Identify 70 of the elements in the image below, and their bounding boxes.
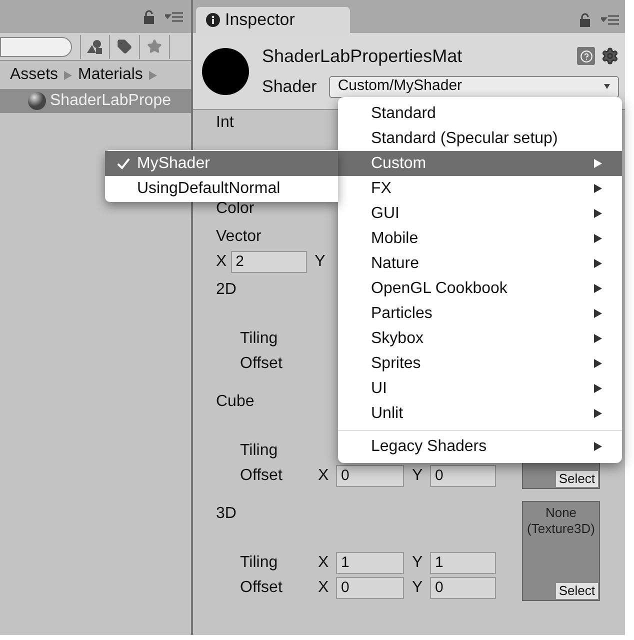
menu-item[interactable]: MyShader	[105, 151, 338, 176]
property-label: 3D	[216, 504, 236, 524]
property-label: Int	[216, 112, 234, 132]
property-label: Tiling	[239, 552, 279, 572]
property-label: Cube	[216, 392, 254, 412]
x-label: X	[318, 578, 330, 598]
menu-item[interactable]: FX	[338, 176, 622, 201]
x-label: X	[318, 552, 330, 572]
menu-item[interactable]: GUI	[338, 201, 622, 226]
breadcrumb-link[interactable]: Assets	[10, 63, 58, 87]
property-label: Tiling	[239, 328, 279, 348]
asset-name: ShaderLabPrope	[50, 91, 171, 111]
shader-label: Shader	[262, 76, 317, 98]
lock-icon[interactable]	[143, 10, 155, 24]
texture-name: None (Texture3D)	[526, 505, 596, 537]
y-label: Y	[412, 578, 424, 598]
number-field[interactable]: 0	[430, 576, 496, 598]
number-field[interactable]: 2	[230, 250, 307, 272]
shapes-icon[interactable]	[80, 34, 110, 58]
menu-item[interactable]: Unlit	[338, 401, 622, 426]
info-icon	[206, 13, 220, 27]
sphere-icon	[28, 92, 46, 110]
menu-item[interactable]: UI	[338, 376, 622, 401]
shader-dropdown[interactable]: Custom/MyShader	[328, 76, 619, 98]
menu-item[interactable]: Standard	[338, 101, 622, 126]
breadcrumb-arrow-icon	[64, 70, 72, 80]
menu-item[interactable]: Nature	[338, 251, 622, 276]
help-icon[interactable]	[577, 47, 595, 66]
menu-item[interactable]: Sprites	[338, 351, 622, 376]
texture-slot[interactable]: None (Texture3D) Select	[522, 501, 600, 601]
menu-item-label: UsingDefaultNormal	[137, 178, 280, 198]
menu-item[interactable]: Legacy Shaders	[338, 434, 622, 459]
material-name: ShaderLabPropertiesMat	[262, 44, 462, 68]
number-field[interactable]: 0	[336, 576, 404, 598]
menu-item[interactable]: Mobile	[338, 226, 622, 251]
number-field[interactable]: 0	[336, 464, 404, 486]
menu-item[interactable]: Standard (Specular setup)	[338, 126, 622, 151]
property-label: Offset	[239, 354, 284, 374]
material-preview	[202, 48, 249, 94]
y-label: Y	[412, 466, 424, 486]
inspector-tab[interactable]: Inspector	[196, 7, 350, 33]
x-label: X	[216, 252, 227, 272]
panel-menu-icon[interactable]	[165, 12, 183, 22]
number-field[interactable]: 1	[336, 552, 404, 574]
x-label: X	[318, 466, 330, 486]
property-label: Tiling	[239, 440, 279, 460]
menu-item[interactable]: Skybox	[338, 326, 622, 351]
property-label: Vector	[216, 226, 262, 246]
y-label: Y	[314, 252, 326, 272]
number-field[interactable]: 1	[430, 552, 496, 574]
menu-item[interactable]: Custom	[338, 151, 622, 176]
menu-item[interactable]: UsingDefaultNormal	[105, 176, 338, 201]
property-label: Color	[216, 198, 254, 218]
property-label: 2D	[216, 280, 236, 300]
lock-icon[interactable]	[579, 13, 591, 27]
menu-item[interactable]: Particles	[338, 301, 622, 326]
menu-item-label: MyShader	[137, 154, 210, 174]
menu-item[interactable]: OpenGL Cookbook	[338, 276, 622, 301]
panel-menu-icon[interactable]	[601, 15, 619, 25]
select-button[interactable]: Select	[554, 470, 599, 488]
property-label: Offset	[239, 578, 284, 598]
breadcrumb-arrow-icon	[148, 70, 157, 80]
dropdown-caret-icon	[604, 84, 610, 89]
breadcrumb-link[interactable]: Materials	[78, 63, 143, 87]
search-field[interactable]	[0, 36, 72, 56]
settings-icon[interactable]	[601, 47, 619, 66]
property-label: Offset	[239, 466, 284, 486]
number-field[interactable]: 0	[430, 464, 496, 486]
y-label: Y	[412, 552, 424, 572]
select-button[interactable]: Select	[554, 582, 599, 600]
